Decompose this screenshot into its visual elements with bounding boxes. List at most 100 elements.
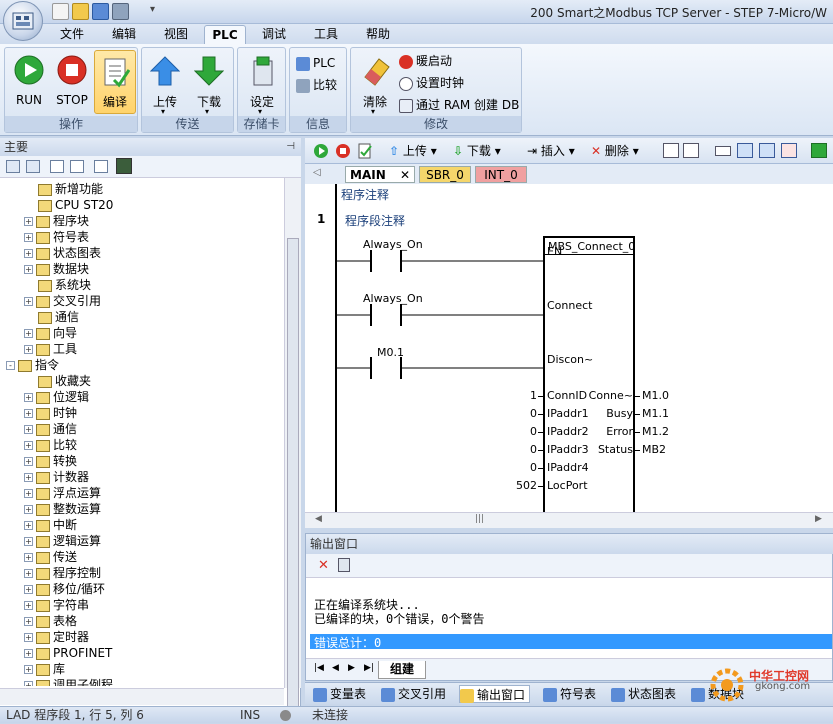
expand-icon[interactable]: + bbox=[24, 521, 33, 530]
scroll-left-icon[interactable]: ◀ bbox=[315, 514, 322, 524]
document-icon[interactable] bbox=[70, 160, 84, 173]
box-icon[interactable] bbox=[759, 143, 775, 158]
tab-file[interactable]: 文件 bbox=[52, 25, 92, 44]
expand-icon[interactable]: + bbox=[24, 441, 33, 450]
block-input-value[interactable]: 0 bbox=[530, 443, 537, 456]
stop-button[interactable]: STOP bbox=[52, 51, 92, 113]
tree-item[interactable]: + 字符串 bbox=[24, 597, 89, 613]
tree-item[interactable]: + 数据块 bbox=[24, 261, 89, 277]
block-output-value[interactable]: M1.2 bbox=[642, 425, 669, 438]
block-input-value[interactable]: 502 bbox=[516, 479, 537, 492]
toolbar-insert-button[interactable]: ⇥ 插入 ▾ bbox=[527, 142, 575, 160]
expand-icon[interactable]: + bbox=[24, 457, 33, 466]
network-icon[interactable] bbox=[683, 143, 699, 158]
prev-page-icon[interactable]: ◀ bbox=[332, 663, 339, 673]
tree-item[interactable]: + 向导 bbox=[24, 325, 77, 341]
tab-symbol-table[interactable]: 符号表 bbox=[543, 685, 596, 703]
settings-dropdown-icon[interactable]: ▾ bbox=[258, 107, 262, 116]
expand-icon[interactable]: + bbox=[24, 649, 33, 658]
compile-button[interactable]: 编译 bbox=[94, 50, 136, 114]
toolbar-delete-button[interactable]: ✕ 删除 ▾ bbox=[591, 142, 639, 160]
program-comment[interactable]: 程序注释 bbox=[341, 186, 389, 203]
ladder-area[interactable]: 程序注释 1 程序段注释 Always_On Always_On M0.1 MB… bbox=[305, 184, 833, 512]
settings-button[interactable]: 设定 ▾ bbox=[242, 51, 282, 116]
tree-item[interactable]: + 传送 bbox=[24, 549, 77, 565]
tree-item[interactable]: + 通信 bbox=[24, 421, 77, 437]
expand-icon[interactable]: + bbox=[24, 505, 33, 514]
tab-debug[interactable]: 调试 bbox=[254, 25, 294, 44]
expand-icon[interactable]: + bbox=[24, 633, 33, 642]
tree-item[interactable]: + 符号表 bbox=[24, 229, 89, 245]
stop-icon[interactable] bbox=[335, 143, 351, 159]
tree-item[interactable]: + 浮点运算 bbox=[24, 485, 101, 501]
expand-icon[interactable]: + bbox=[24, 409, 33, 418]
download-dropdown-icon[interactable]: ▾ bbox=[205, 107, 209, 116]
contact-1[interactable] bbox=[337, 250, 543, 272]
block-output-value[interactable]: MB2 bbox=[642, 443, 666, 456]
toolbar-download-button[interactable]: ⇩ 下载 ▾ bbox=[453, 142, 501, 160]
view-icon[interactable] bbox=[6, 160, 20, 173]
tree-item[interactable]: + 调用子例程 bbox=[24, 677, 113, 686]
tree-item[interactable]: + 比较 bbox=[24, 437, 77, 453]
toolbar-upload-button[interactable]: ⇧ 上传 ▾ bbox=[389, 142, 437, 160]
tab-variable-table[interactable]: 变量表 bbox=[313, 685, 366, 703]
editor-horizontal-scrollbar[interactable]: ◀ ||| ▶ bbox=[305, 512, 833, 528]
tree-item[interactable]: + 状态图表 bbox=[24, 245, 101, 261]
upload-button[interactable]: 上传 ▾ bbox=[145, 51, 185, 116]
contact-3[interactable] bbox=[335, 357, 545, 381]
tab-view[interactable]: 视图 bbox=[156, 25, 196, 44]
block-output-value[interactable]: M1.1 bbox=[642, 407, 669, 420]
tree-item[interactable]: + 交叉引用 bbox=[24, 293, 101, 309]
tree-item[interactable]: + 时钟 bbox=[24, 405, 77, 421]
go-icon[interactable] bbox=[811, 143, 827, 158]
compare-button[interactable]: 比较 bbox=[296, 76, 337, 94]
tab-scroll-left-icon[interactable]: ◁ bbox=[313, 167, 321, 178]
expand-icon[interactable]: + bbox=[24, 297, 33, 306]
expand-icon[interactable]: + bbox=[24, 265, 33, 274]
tab-int[interactable]: INT_0 bbox=[475, 166, 527, 183]
warm-start-button[interactable]: 暖启动 bbox=[399, 52, 452, 70]
document-icon[interactable] bbox=[94, 160, 108, 173]
save-icon[interactable] bbox=[92, 3, 109, 20]
tab-tools[interactable]: 工具 bbox=[306, 25, 346, 44]
tree-item[interactable]: 收藏夹 bbox=[24, 373, 91, 389]
application-button[interactable] bbox=[3, 1, 43, 41]
view-icon[interactable] bbox=[26, 160, 40, 173]
build-tab[interactable]: 组建 bbox=[378, 661, 426, 679]
tree-item[interactable]: CPU ST20 bbox=[24, 197, 113, 213]
open-icon[interactable] bbox=[72, 3, 89, 20]
tree-item[interactable]: + 逻辑运算 bbox=[24, 533, 101, 549]
tab-help[interactable]: 帮助 bbox=[358, 25, 398, 44]
tree-item[interactable]: + 库 bbox=[24, 661, 65, 677]
coil-icon[interactable] bbox=[737, 143, 753, 158]
customize-qat-icon[interactable]: ▾ bbox=[150, 4, 155, 15]
tree-item[interactable]: + 程序控制 bbox=[24, 565, 101, 581]
expand-icon[interactable]: + bbox=[24, 489, 33, 498]
block-input-value[interactable]: 0 bbox=[530, 461, 537, 474]
tab-status-chart[interactable]: 状态图表 bbox=[611, 685, 676, 703]
tree-item[interactable]: + 程序块 bbox=[24, 213, 89, 229]
pin-icon[interactable]: ⊣ bbox=[286, 138, 295, 156]
block-input-value[interactable]: 0 bbox=[530, 407, 537, 420]
tree-item[interactable]: + 定时器 bbox=[24, 629, 89, 645]
tree-item[interactable]: + 整数运算 bbox=[24, 501, 101, 517]
create-db-button[interactable]: 通过 RAM 创建 DB bbox=[399, 96, 519, 114]
expand-icon[interactable]: + bbox=[24, 585, 33, 594]
print-icon[interactable] bbox=[112, 3, 129, 20]
wire-icon[interactable] bbox=[781, 143, 797, 158]
tree-item[interactable]: + 工具 bbox=[24, 341, 77, 357]
tree-item[interactable]: + 中断 bbox=[24, 517, 77, 533]
contact-icon[interactable] bbox=[715, 146, 731, 156]
tree-horizontal-scrollbar[interactable] bbox=[0, 688, 284, 705]
tree-item[interactable]: - 指令 bbox=[6, 357, 59, 373]
collapse-icon[interactable]: - bbox=[6, 361, 15, 370]
tree-item[interactable]: + 表格 bbox=[24, 613, 77, 629]
expand-icon[interactable]: + bbox=[24, 601, 33, 610]
clear-button[interactable]: 清除 ▾ bbox=[355, 51, 395, 116]
compile-icon[interactable] bbox=[357, 143, 373, 159]
document-icon[interactable] bbox=[50, 160, 64, 173]
contact-2[interactable] bbox=[337, 304, 543, 326]
tree-item[interactable]: + PROFINET bbox=[24, 645, 112, 661]
expand-icon[interactable]: + bbox=[24, 537, 33, 546]
tab-sbr[interactable]: SBR_0 bbox=[419, 166, 471, 183]
